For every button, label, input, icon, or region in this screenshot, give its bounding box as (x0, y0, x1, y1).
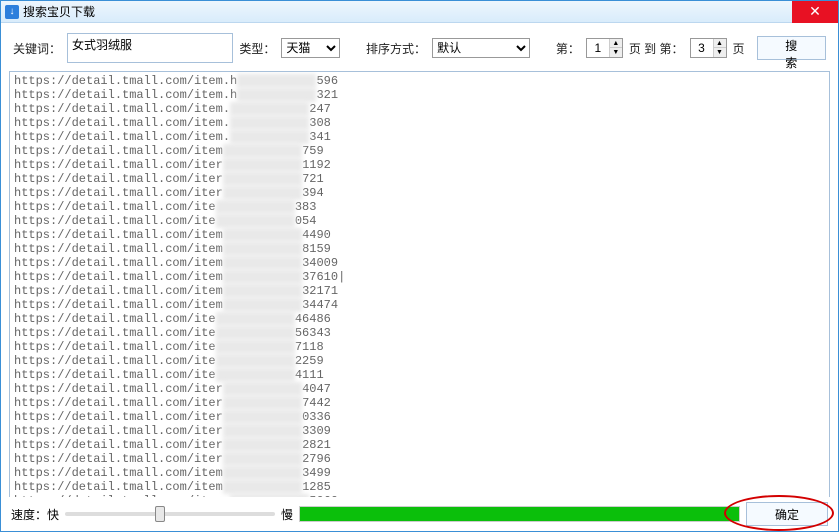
close-button[interactable]: ✕ (792, 1, 838, 23)
result-row: https://detail.tmall.com/itemxxxxxx xxxx… (14, 480, 825, 494)
result-row: https://detail.tmall.com/itemxxxxxx xxxx… (14, 466, 825, 480)
result-row: https://detail.tmall.com/iterxxxxxx xxxx… (14, 438, 825, 452)
bottom-bar: 速度：快 慢 确定 (1, 497, 838, 531)
result-row: https://detail.tmall.com/iterxxxxxx xxxx… (14, 410, 825, 424)
title-bar: ↓ 搜索宝贝下载 ✕ (1, 1, 838, 23)
result-row: https://detail.tmall.com/itexxxxxx xxxx3… (14, 200, 825, 214)
result-row: https://detail.tmall.com/itemxxxxxx xxxx… (14, 144, 825, 158)
result-row: https://detail.tmall.com/iterxxxxxx xxxx… (14, 158, 825, 172)
page-tail-label: 页 (733, 40, 745, 57)
window-frame: ↓ 搜索宝贝下载 ✕ 关键词： 女式羽绒服 类型： 天猫 排序方式： 默认 第：… (0, 0, 839, 532)
result-row: https://detail.tmall.com/item.xxxxxx xxx… (14, 130, 825, 144)
page-from-up[interactable]: ▲ (610, 39, 622, 48)
progress-bar (299, 506, 740, 522)
sort-label: 排序方式： (366, 40, 426, 57)
result-row: https://detail.tmall.com/itemxxxxxx xxxx… (14, 256, 825, 270)
results-textarea[interactable]: https://detail.tmall.com/item.hxxxxxx xx… (10, 72, 829, 502)
sort-select[interactable]: 默认 (432, 38, 530, 58)
result-row: https://detail.tmall.com/iterxxxxxx xxxx… (14, 172, 825, 186)
type-select[interactable]: 天猫 (281, 38, 340, 58)
type-label: 类型： (239, 40, 275, 57)
speed-slow-label: 慢 (281, 506, 293, 523)
speed-slider[interactable] (65, 512, 275, 516)
page-to-input[interactable] (691, 39, 713, 57)
page-from-label: 第： (556, 40, 580, 57)
keywords-label: 关键词： (13, 40, 61, 57)
result-row: https://detail.tmall.com/itexxxxxx xxxx2… (14, 354, 825, 368)
result-row: https://detail.tmall.com/iterxxxxxx xxxx… (14, 382, 825, 396)
page-to-up[interactable]: ▲ (714, 39, 726, 48)
result-row: https://detail.tmall.com/itexxxxxx xxxx4… (14, 368, 825, 382)
progress-fill (300, 507, 739, 521)
search-row: 关键词： 女式羽绒服 类型： 天猫 排序方式： 默认 第： ▲ ▼ 页 到 第：… (1, 23, 838, 71)
result-row: https://detail.tmall.com/itemxxxxxx xxxx… (14, 284, 825, 298)
keywords-input[interactable]: 女式羽绒服 (67, 33, 233, 63)
result-row: https://detail.tmall.com/iterxxxxxx xxxx… (14, 186, 825, 200)
results-panel: https://detail.tmall.com/item.hxxxxxx xx… (9, 71, 830, 503)
result-row: https://detail.tmall.com/item.hxxxxxx xx… (14, 88, 825, 102)
result-row: https://detail.tmall.com/item.xxxxxx xxx… (14, 102, 825, 116)
result-row: https://detail.tmall.com/itemxxxxxx xxxx… (14, 228, 825, 242)
result-row: https://detail.tmall.com/item.xxxxxx xxx… (14, 116, 825, 130)
result-row: https://detail.tmall.com/iterxxxxxx xxxx… (14, 396, 825, 410)
speed-fast-label: 速度：快 (11, 506, 59, 523)
result-row: https://detail.tmall.com/itexxxxxx xxxx0… (14, 214, 825, 228)
result-row: https://detail.tmall.com/itexxxxxx xxxx5… (14, 326, 825, 340)
result-row: https://detail.tmall.com/iterxxxxxx xxxx… (14, 424, 825, 438)
app-icon: ↓ (5, 5, 19, 19)
page-to-label: 页 到 第： (629, 40, 684, 57)
page-to-stepper[interactable]: ▲ ▼ (690, 38, 727, 58)
page-from-input[interactable] (587, 39, 609, 57)
close-icon: ✕ (809, 3, 821, 20)
page-from-stepper[interactable]: ▲ ▼ (586, 38, 623, 58)
page-from-down[interactable]: ▼ (610, 48, 622, 57)
result-row: https://detail.tmall.com/item.hxxxxxx xx… (14, 74, 825, 88)
result-row: https://detail.tmall.com/iterxxxxxx xxxx… (14, 452, 825, 466)
result-row: https://detail.tmall.com/itemxxxxxx xxxx… (14, 242, 825, 256)
search-button[interactable]: 搜索 (757, 36, 826, 60)
window-title: 搜索宝贝下载 (23, 3, 95, 20)
page-to-down[interactable]: ▼ (714, 48, 726, 57)
result-row: https://detail.tmall.com/itemxxxxxx xxxx… (14, 298, 825, 312)
result-row: https://detail.tmall.com/itemxxxxxx xxxx… (14, 270, 825, 284)
result-row: https://detail.tmall.com/itexxxxxx xxxx4… (14, 312, 825, 326)
result-row: https://detail.tmall.com/itexxxxxx xxxx7… (14, 340, 825, 354)
confirm-button[interactable]: 确定 (746, 502, 828, 526)
